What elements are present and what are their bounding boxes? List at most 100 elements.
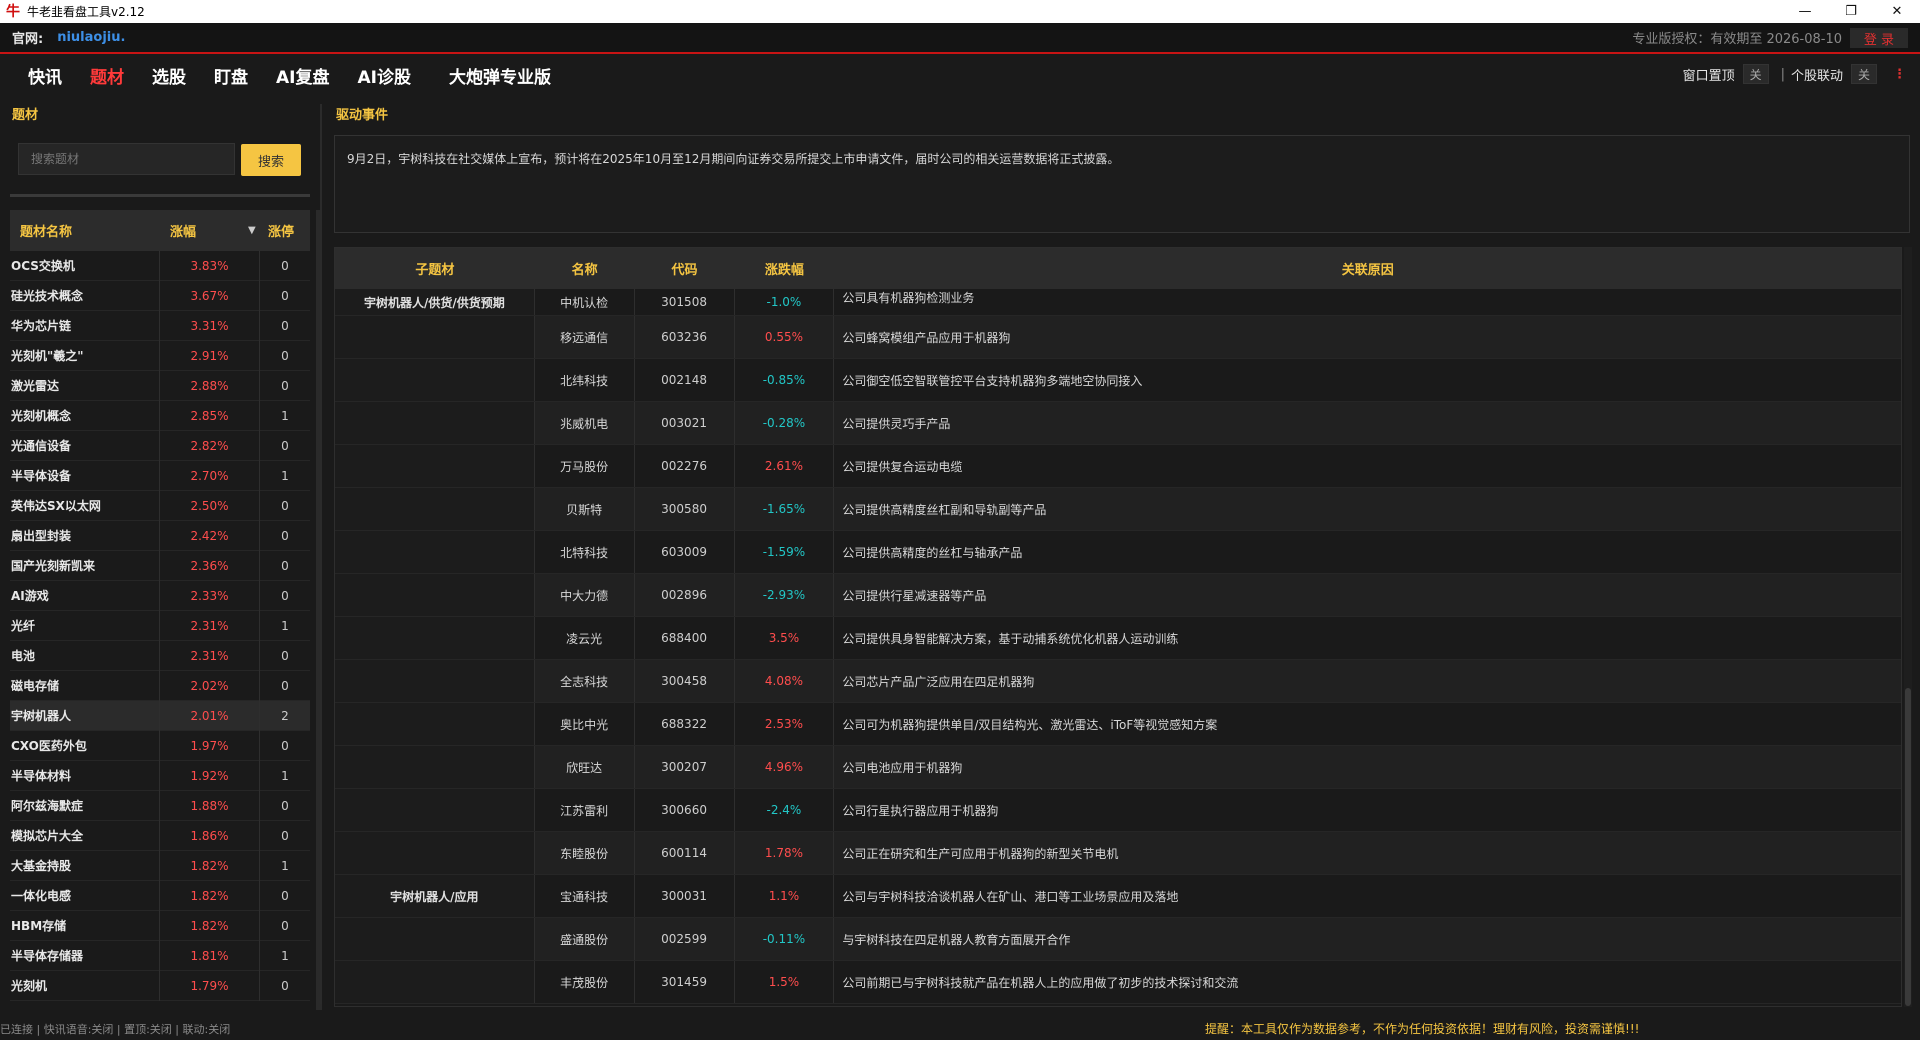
theme-row[interactable]: 模拟芯片大全 1.86% 0	[10, 820, 310, 851]
more-menu-icon[interactable]: ⋮	[1893, 67, 1906, 82]
stock-code-cell: 301459	[635, 961, 735, 1003]
theme-limit-up: 2	[281, 708, 289, 723]
theme-row[interactable]: 英伟达SX以太网 2.50% 0	[10, 490, 310, 521]
stock-change-cell: 1.78%	[735, 832, 835, 874]
col-stock-change[interactable]: 涨跌幅	[735, 259, 835, 278]
theme-row[interactable]: 磁电存储 2.02% 0	[10, 670, 310, 701]
theme-row[interactable]: HBM存储 1.82% 0	[10, 910, 310, 941]
search-button[interactable]: 搜索	[241, 144, 301, 176]
window-title: 牛老韭看盘工具v2.12	[27, 5, 145, 19]
panel-splitter[interactable]	[320, 104, 322, 1004]
tab-news[interactable]: 快讯	[28, 63, 62, 88]
stock-row[interactable]: 移远通信 603236 0.55% 公司蜂窝模组产品应用于机器狗	[335, 316, 1901, 359]
tab-themes[interactable]: 题材	[90, 63, 124, 88]
sub-theme-cell	[335, 961, 535, 1003]
stock-name-cell: 北特科技	[535, 531, 635, 573]
nav-separator: |	[1780, 66, 1785, 82]
theme-row[interactable]: 国产光刻新凯来 2.36% 0	[10, 550, 310, 581]
stock-code-cell: 300458	[635, 660, 735, 702]
stock-code-cell: 003021	[635, 402, 735, 444]
theme-name: 英伟达SX以太网	[10, 490, 160, 521]
theme-row[interactable]: 半导体设备 2.70% 1	[10, 460, 310, 491]
site-label: 官网:	[12, 32, 44, 47]
col-change[interactable]: 涨幅 ▼	[160, 221, 260, 240]
col-stock-name[interactable]: 名称	[535, 259, 635, 278]
stock-row[interactable]: 江苏雷利 300660 -2.4% 公司行星执行器应用于机器狗	[335, 789, 1901, 832]
stock-change-cell: 2.61%	[735, 445, 835, 487]
theme-row[interactable]: 宇树机器人 2.01% 2	[10, 700, 310, 731]
sort-desc-icon[interactable]: ▼	[248, 225, 256, 236]
status-bar: 已连接 | 快讯语音:关闭 | 置顶:关闭 | 联动:关闭 提醒：本工具仅作为数…	[0, 1017, 1920, 1040]
col-sub-theme[interactable]: 子题材	[335, 259, 535, 278]
col-limit-up[interactable]: 涨停	[260, 221, 310, 240]
stock-code-cell: 603236	[635, 316, 735, 358]
stock-row[interactable]: 欣旺达 300207 4.96% 公司电池应用于机器狗	[335, 746, 1901, 789]
stock-change-cell: -1.0%	[735, 289, 835, 315]
theme-row[interactable]: 阿尔兹海默症 1.88% 0	[10, 790, 310, 821]
tab-stock-picker[interactable]: 选股	[152, 63, 186, 88]
stock-row[interactable]: 宇树机器人/供货/供货预期 中机认检 301508 -1.0% 公司具有机器狗检测业务	[335, 289, 1901, 316]
theme-search-input[interactable]	[18, 143, 235, 175]
stock-row[interactable]: 北特科技 603009 -1.59% 公司提供高精度的丝杠与轴承产品	[335, 531, 1901, 574]
col-theme-name[interactable]: 题材名称	[10, 221, 160, 240]
theme-row[interactable]: 扇出型封装 2.42% 0	[10, 520, 310, 551]
theme-row[interactable]: 电池 2.31% 0	[10, 640, 310, 671]
theme-limit-up: 1	[281, 468, 289, 483]
window-top-toggle[interactable]: 关	[1742, 64, 1769, 84]
theme-row[interactable]: OCS交换机 3.83% 0	[10, 250, 310, 281]
stock-row[interactable]: 奥比中光 688322 2.53% 公司可为机器狗提供单目/双目结构光、激光雷达、iT…	[335, 703, 1901, 746]
stock-reason-cell: 公司芯片产品广泛应用在四足机器狗	[842, 674, 1035, 689]
theme-row[interactable]: 半导体材料 1.92% 1	[10, 760, 310, 791]
stock-row[interactable]: 丰茂股份 301459 1.5% 公司前期已与宇树科技就产品在机器人上的应用做了初步的…	[335, 961, 1901, 1004]
stock-reason-cell: 公司前期已与宇树科技就产品在机器人上的应用做了初步的技术探讨和交流	[842, 975, 1239, 990]
stock-change-cell: 0.55%	[735, 316, 835, 358]
theme-name: 电池	[10, 640, 160, 671]
sub-theme-cell	[335, 574, 535, 616]
stock-row[interactable]: 盛通股份 002599 -0.11% 与宇树科技在四足机器人教育方面展开合作	[335, 918, 1901, 961]
minimize-icon[interactable]: —	[1782, 0, 1828, 23]
stock-row[interactable]: 全志科技 300458 4.08% 公司芯片产品广泛应用在四足机器狗	[335, 660, 1901, 703]
col-reason[interactable]: 关联原因	[834, 259, 1901, 278]
close-icon[interactable]: ✕	[1874, 0, 1920, 23]
theme-row[interactable]: CXO医药外包 1.97% 0	[10, 730, 310, 761]
theme-row[interactable]: 光刻机概念 2.85% 1	[10, 400, 310, 431]
stock-row[interactable]: 宇树机器人/应用 宝通科技 300031 1.1% 公司与宇树科技洽谈机器人在矿山、港口…	[335, 875, 1901, 918]
stock-row[interactable]: 中大力德 002896 -2.93% 公司提供行星减速器等产品	[335, 574, 1901, 617]
stock-name-cell: 宝通科技	[535, 875, 635, 917]
theme-row[interactable]: 一体化电感 1.82% 0	[10, 880, 310, 911]
driver-event-text: 9月2日，宇树科技在社交媒体上宣布，预计将在2025年10月至12月期间向证券交…	[347, 152, 1120, 166]
stock-rows: 宇树机器人/供货/供货预期 中机认检 301508 -1.0% 公司具有机器狗检测业务移…	[335, 289, 1901, 1004]
theme-limit-up: 1	[281, 768, 289, 783]
col-stock-code[interactable]: 代码	[635, 259, 735, 278]
tab-pro-edition[interactable]: 大炮弹专业版	[449, 63, 551, 88]
theme-row[interactable]: 光刻机"羲之" 2.91% 0	[10, 340, 310, 371]
theme-row[interactable]: 光纤 2.31% 1	[10, 610, 310, 641]
stock-row[interactable]: 万马股份 002276 2.61% 公司提供复合运动电缆	[335, 445, 1901, 488]
stock-row[interactable]: 贝斯特 300580 -1.65% 公司提供高精度丝杠副和导轨副等产品	[335, 488, 1901, 531]
theme-row[interactable]: 激光雷达 2.88% 0	[10, 370, 310, 401]
tab-watch[interactable]: 盯盘	[214, 63, 248, 88]
theme-row[interactable]: 大基金持股 1.82% 1	[10, 850, 310, 881]
theme-change: 2.31%	[160, 640, 260, 671]
stock-link-toggle[interactable]: 关	[1851, 64, 1877, 84]
tab-ai-review[interactable]: AI复盘	[276, 63, 329, 88]
theme-row[interactable]: 硅光技术概念 3.67% 0	[10, 280, 310, 311]
theme-row[interactable]: 半导体存储器 1.81% 1	[10, 940, 310, 971]
theme-row[interactable]: 光通信设备 2.82% 0	[10, 430, 310, 461]
theme-row[interactable]: 光刻机 1.79% 0	[10, 970, 310, 1001]
theme-name: 国产光刻新凯来	[10, 550, 160, 581]
theme-row[interactable]: 华为芯片链 3.31% 0	[10, 310, 310, 341]
stock-row[interactable]: 兆威机电 003021 -0.28% 公司提供灵巧手产品	[335, 402, 1901, 445]
stock-row[interactable]: 凌云光 688400 3.5% 公司提供具身智能解决方案，基于动捕系统优化机器人运动训…	[335, 617, 1901, 660]
theme-row[interactable]: AI游戏 2.33% 0	[10, 580, 310, 611]
restore-icon[interactable]: ❐	[1828, 0, 1874, 23]
theme-limit-up: 0	[281, 348, 289, 363]
site-link[interactable]: niulaojiu.	[57, 30, 125, 45]
tab-ai-diagnosis[interactable]: AI诊股	[357, 63, 410, 88]
theme-change: 2.91%	[160, 340, 260, 371]
status-text: 已连接 | 快讯语音:关闭 | 置顶:关闭 | 联动:关闭	[0, 1022, 231, 1036]
right-scrollbar-thumb[interactable]	[1905, 688, 1911, 1006]
stock-row[interactable]: 东睦股份 600114 1.78% 公司正在研究和生产可应用于机器狗的新型关节电机	[335, 832, 1901, 875]
stock-row[interactable]: 北纬科技 002148 -0.85% 公司御空低空智联管控平台支持机器狗多端地空协同接…	[335, 359, 1901, 402]
login-button[interactable]: 登 录	[1850, 28, 1908, 48]
